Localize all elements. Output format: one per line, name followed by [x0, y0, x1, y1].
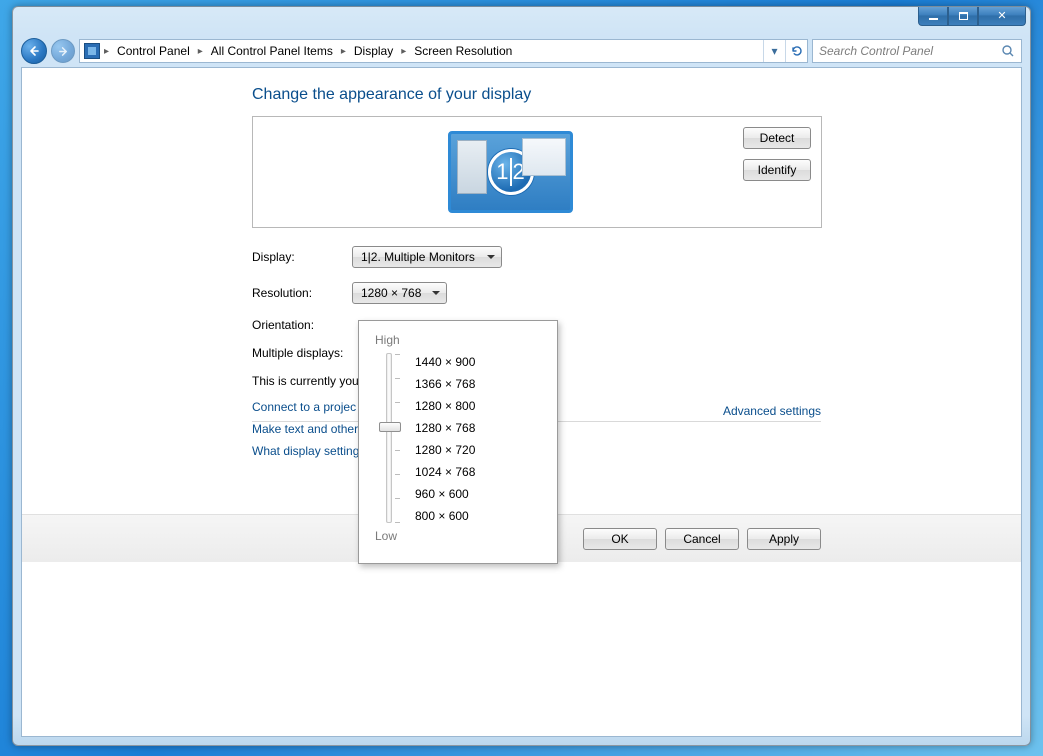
arrow-right-icon	[58, 46, 69, 57]
breadcrumb-item[interactable]: Display	[350, 44, 397, 58]
breadcrumb-item[interactable]: All Control Panel Items	[207, 44, 337, 58]
resolution-combo-value: 1280 × 768	[361, 286, 421, 300]
close-icon: ✕	[997, 9, 1006, 22]
orientation-label: Orientation:	[252, 318, 352, 332]
minimize-icon	[929, 18, 938, 20]
maximize-button[interactable]	[948, 6, 978, 26]
maximize-icon	[959, 12, 968, 20]
refresh-icon	[790, 44, 804, 58]
chevron-down-icon: ▾	[771, 44, 777, 58]
search-placeholder: Search Control Panel	[819, 44, 933, 58]
slider-track	[386, 353, 392, 523]
preview-side-buttons: Detect Identify	[743, 127, 811, 181]
display-combo[interactable]: 1|2. Multiple Monitors	[352, 246, 502, 268]
resolution-option[interactable]: 960 × 600	[415, 487, 475, 501]
advanced-settings-link[interactable]: Advanced settings	[723, 404, 821, 418]
resolution-label: Resolution:	[252, 286, 352, 300]
resolution-combo[interactable]: 1280 × 768	[352, 282, 447, 304]
resolution-option[interactable]: 1280 × 768	[415, 421, 475, 435]
control-panel-icon	[84, 43, 100, 59]
window-frame: ✕ ▸ Control Panel ▸ All Control Panel It…	[12, 6, 1031, 746]
resolution-option[interactable]: 800 × 600	[415, 509, 475, 523]
address-bar[interactable]: ▸ Control Panel ▸ All Control Panel Item…	[79, 39, 808, 63]
resolution-option[interactable]: 1440 × 900	[415, 355, 475, 369]
resolution-popup-body: 1440 × 900 1366 × 768 1280 × 800 1280 × …	[379, 353, 543, 523]
resolution-option[interactable]: 1024 × 768	[415, 465, 475, 479]
monitor-number-2: 2	[513, 159, 525, 185]
arrow-left-icon	[28, 45, 40, 57]
refresh-button[interactable]	[785, 40, 807, 62]
chevron-right-icon[interactable]: ▸	[102, 46, 111, 57]
monitor-badge: 1 2	[488, 149, 534, 195]
resolution-option[interactable]: 1366 × 768	[415, 377, 475, 391]
display-preview-box: 1 2 Detect Identify	[252, 116, 822, 228]
display-combo-value: 1|2. Multiple Monitors	[361, 250, 475, 264]
resolution-popup: High 1440 × 900	[358, 320, 558, 564]
search-icon	[1001, 44, 1015, 58]
close-button[interactable]: ✕	[978, 6, 1026, 26]
monitor-number-1: 1	[496, 159, 508, 185]
titlebar: ✕	[13, 7, 1030, 35]
address-bar-right: ▾	[763, 40, 807, 62]
resolution-option[interactable]: 1280 × 800	[415, 399, 475, 413]
slider-thumb[interactable]	[379, 422, 401, 432]
display-label: Display:	[252, 250, 352, 264]
search-input[interactable]: Search Control Panel	[812, 39, 1022, 63]
resolution-low-label: Low	[375, 529, 543, 543]
resolution-high-label: High	[375, 333, 543, 347]
forward-button[interactable]	[51, 39, 75, 63]
multiple-displays-label: Multiple displays:	[252, 346, 352, 360]
detect-button[interactable]: Detect	[743, 127, 811, 149]
cancel-button[interactable]: Cancel	[665, 528, 739, 550]
resolution-options-list: 1440 × 900 1366 × 768 1280 × 800 1280 × …	[415, 353, 475, 523]
content-area: Change the appearance of your display 1 …	[21, 67, 1022, 737]
back-button[interactable]	[21, 38, 47, 64]
ok-button[interactable]: OK	[583, 528, 657, 550]
address-row: ▸ Control Panel ▸ All Control Panel Item…	[13, 35, 1030, 67]
apply-button[interactable]: Apply	[747, 528, 821, 550]
window-controls: ✕	[918, 6, 1026, 26]
resolution-option[interactable]: 1280 × 720	[415, 443, 475, 457]
resolution-slider[interactable]	[379, 353, 399, 523]
chevron-right-icon[interactable]: ▸	[339, 46, 348, 57]
address-dropdown-button[interactable]: ▾	[763, 40, 785, 62]
page-heading: Change the appearance of your display	[252, 86, 1021, 104]
chevron-right-icon[interactable]: ▸	[196, 46, 205, 57]
identify-button[interactable]: Identify	[743, 159, 811, 181]
monitor-preview[interactable]: 1 2	[448, 131, 573, 213]
badge-separator	[510, 158, 512, 186]
minimize-button[interactable]	[918, 6, 948, 26]
breadcrumb-item[interactable]: Screen Resolution	[410, 44, 516, 58]
breadcrumb-item[interactable]: Control Panel	[113, 44, 194, 58]
chevron-right-icon[interactable]: ▸	[399, 46, 408, 57]
